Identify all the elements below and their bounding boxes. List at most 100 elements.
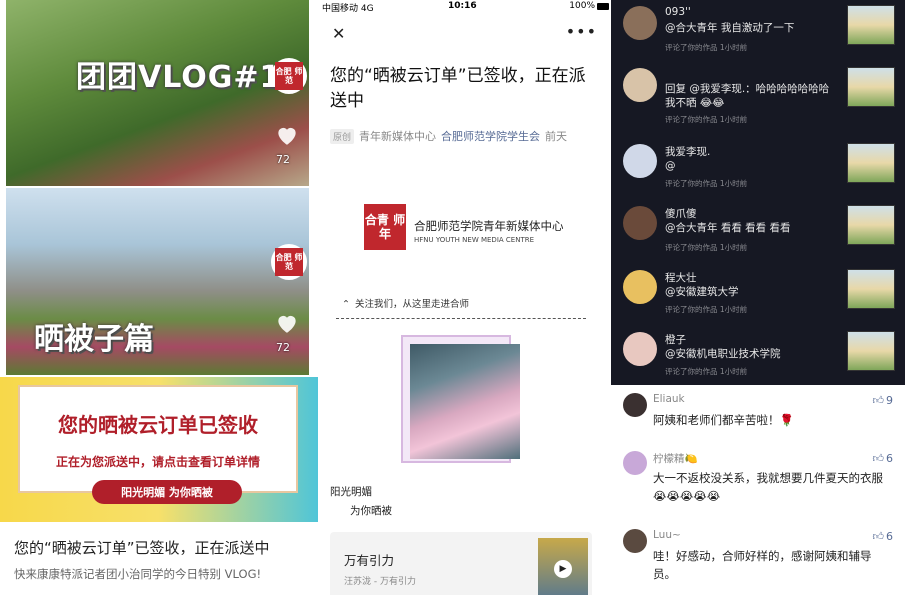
promo-banner[interactable]: 您的晒被云订单已签收 正在为您派送中，请点击查看订单详情 阳光明媚 为你晒被 bbox=[0, 377, 318, 522]
like-count: 9 bbox=[886, 394, 893, 407]
play-icon[interactable]: ▶ bbox=[554, 560, 572, 578]
clock: 10:16 bbox=[448, 1, 477, 11]
battery-icon bbox=[597, 3, 609, 10]
list-item[interactable]: 柠檬精🍋 大一不返校没关系，我就想要几件夏天的衣服 😭😭😭😭😭 👍︎ 6 bbox=[611, 445, 905, 523]
channel-avatar[interactable]: 合肥 师范 bbox=[271, 244, 307, 280]
commenter-name: 傻爪傻 bbox=[665, 208, 697, 220]
close-icon[interactable]: ✕ bbox=[332, 24, 345, 43]
avatar[interactable] bbox=[623, 332, 657, 366]
video-thumbnail[interactable]: 晒被子篇 合肥 师范 72 bbox=[6, 188, 309, 375]
more-icon[interactable]: ••• bbox=[566, 22, 597, 41]
banner-card: 您的晒被云订单已签收 正在为您派送中，请点击查看订单详情 阳光明媚 为你晒被 bbox=[18, 385, 298, 504]
video-thumbnail[interactable] bbox=[847, 143, 895, 183]
comment-meta: 评论了你的作品 1小时前 bbox=[665, 179, 748, 188]
article-photo[interactable] bbox=[410, 344, 520, 459]
heart-icon[interactable] bbox=[274, 310, 300, 336]
video-thumbnail[interactable] bbox=[847, 5, 895, 45]
banner-pill: 阳光明媚 为你晒被 bbox=[92, 480, 242, 504]
comment-text: 大一不返校没关系，我就想要几件夏天的衣服 😭😭😭😭😭 bbox=[653, 471, 883, 503]
like-button[interactable]: 👍︎ 6 bbox=[873, 452, 894, 465]
comment-meta: 评论了你的作品 1小时前 bbox=[665, 43, 748, 52]
thumbs-up-icon: 👍︎ bbox=[872, 530, 885, 543]
publisher-logo: 合青 师年 bbox=[364, 204, 406, 250]
avatar[interactable] bbox=[623, 451, 647, 475]
commenter-name[interactable]: Luu~ bbox=[653, 529, 681, 541]
article-panel: 中国移动 4G 10:16 100% ✕ ••• 您的“晒被云订单”已签收，正在… bbox=[318, 0, 611, 595]
commenter-name[interactable]: 柠檬精🍋 bbox=[653, 451, 698, 466]
avatar[interactable] bbox=[623, 68, 657, 102]
video-title: 晒被子篇 bbox=[34, 322, 154, 357]
status-bar: 中国移动 4G 10:16 100% bbox=[318, 0, 611, 14]
list-item[interactable]: 傻爪傻 @合大青年 看看 看看 看看 评论了你的作品 1小时前 bbox=[611, 202, 905, 264]
notification-list: 093'' @合大青年 我自激动了一下 评论了你的作品 1小时前 回复 @我爱李… bbox=[611, 0, 905, 385]
comment-text: 哇！好感动，合师好样的，感谢阿姨和辅导员。 bbox=[653, 549, 872, 581]
comments-panel: 093'' @合大青年 我自激动了一下 评论了你的作品 1小时前 回复 @我爱李… bbox=[611, 0, 905, 595]
list-item[interactable]: 093'' @合大青年 我自激动了一下 评论了你的作品 1小时前 bbox=[611, 2, 905, 64]
thumbs-up-icon: 👍︎ bbox=[872, 394, 885, 407]
video-thumbnail[interactable] bbox=[847, 269, 895, 309]
banner-headline: 您的晒被云订单已签收 bbox=[58, 413, 258, 437]
chevron-up-icon: ⌃ bbox=[342, 299, 350, 310]
list-item[interactable]: Eliauk 阿姨和老师们都辛苦啦！🌹 👍︎ 9 bbox=[611, 387, 905, 447]
commenter-name: 093'' bbox=[665, 6, 691, 18]
article-meta: 原创 青年新媒体中心 合肥师范学院学生会 前天 bbox=[330, 128, 567, 144]
carrier: 中国移动 4G bbox=[322, 4, 374, 14]
video-thumbnail[interactable] bbox=[847, 205, 895, 245]
list-item[interactable]: 我爱李现. @ 评论了你的作品 1小时前 bbox=[611, 140, 905, 202]
follow-line: ⌃ 关注我们，从这里走进合师 bbox=[342, 296, 469, 310]
like-button[interactable]: 👍︎ 6 bbox=[873, 530, 894, 543]
like-count: 6 bbox=[886, 452, 893, 465]
battery-level: 100% bbox=[569, 1, 595, 11]
caption-line: 阳光明媚 bbox=[330, 486, 372, 498]
commenter-name[interactable]: Eliauk bbox=[653, 393, 685, 405]
post-title[interactable]: 您的“晒被云订单”已签收，正在派送中 bbox=[14, 537, 270, 558]
comment-text: 阿姨和老师们都辛苦啦！🌹 bbox=[653, 413, 794, 427]
commenter-name: 程大壮 bbox=[665, 272, 697, 284]
like-count: 72 bbox=[276, 153, 290, 166]
avatar[interactable] bbox=[623, 393, 647, 417]
video-title: 团团VLOG#1 bbox=[76, 60, 282, 95]
original-badge: 原创 bbox=[330, 129, 355, 144]
article-title: 您的“晒被云订单”已签收，正在派送中 bbox=[330, 66, 586, 111]
caption-line: 为你晒被 bbox=[350, 505, 392, 517]
publisher-name-en: HFNU YOUTH NEW MEDIA CENTRE bbox=[414, 236, 535, 244]
video-thumbnail[interactable] bbox=[847, 67, 895, 107]
album-cover: ▶ bbox=[538, 538, 588, 595]
avatar[interactable] bbox=[623, 270, 657, 304]
avatar[interactable] bbox=[623, 206, 657, 240]
video-thumbnail[interactable]: 团团VLOG#1 合肥 师范 72 bbox=[6, 0, 309, 186]
comment-text: @合大青年 看看 看看 看看 bbox=[665, 222, 791, 234]
account-link[interactable]: 合肥师范学院学生会 bbox=[441, 130, 540, 143]
music-subtitle: 汪苏泷 - 万有引力 bbox=[344, 577, 416, 587]
video-thumbnail[interactable] bbox=[847, 331, 895, 371]
like-button[interactable]: 👍︎ 9 bbox=[873, 394, 894, 407]
post-subtitle: 快来康康特派记者团小治同学的今日特别 VLOG! bbox=[14, 567, 262, 581]
divider bbox=[336, 318, 586, 319]
follow-text: 关注我们，从这里走进合师 bbox=[354, 299, 469, 310]
channel-logo: 合肥 师范 bbox=[275, 62, 303, 90]
banner-subline: 正在为您派送中，请点击查看订单详情 bbox=[55, 455, 260, 469]
like-count: 6 bbox=[886, 530, 893, 543]
comment-meta: 评论了你的作品 1小时前 bbox=[665, 367, 748, 376]
avatar[interactable] bbox=[623, 529, 647, 553]
comment-text: @安徽建筑大学 bbox=[665, 286, 739, 298]
video-feed-panel: 团团VLOG#1 合肥 师范 72 晒被子篇 合肥 师范 72 您的晒被云订单已… bbox=[0, 0, 318, 595]
comment-meta: 评论了你的作品 1小时前 bbox=[665, 115, 748, 124]
channel-avatar[interactable]: 合肥 师范 bbox=[271, 58, 307, 94]
commenter-name: 橙子 bbox=[665, 334, 686, 346]
comment-text: @安徽机电职业技术学院 bbox=[665, 348, 781, 360]
list-item[interactable]: 回复 @我爱李现.：哈哈哈哈哈哈哈我不晒 😂😂 评论了你的作品 1小时前 bbox=[611, 64, 905, 126]
list-item[interactable]: 程大壮 @安徽建筑大学 评论了你的作品 1小时前 bbox=[611, 266, 905, 328]
like-count: 72 bbox=[276, 341, 290, 354]
article-author: 青年新媒体中心 bbox=[359, 130, 437, 143]
music-title: 万有引力 bbox=[344, 553, 395, 568]
music-card[interactable]: 万有引力 汪苏泷 - 万有引力 ▶ bbox=[330, 532, 592, 595]
avatar[interactable] bbox=[623, 6, 657, 40]
commenter-name: 我爱李现. bbox=[665, 146, 711, 158]
avatar[interactable] bbox=[623, 144, 657, 178]
heart-icon[interactable] bbox=[274, 122, 300, 148]
comment-meta: 评论了你的作品 1小时前 bbox=[665, 243, 748, 252]
article-date: 前天 bbox=[545, 130, 568, 143]
list-item[interactable]: 橙子 @安徽机电职业技术学院 评论了你的作品 1小时前 bbox=[611, 328, 905, 390]
list-item[interactable]: Luu~ 哇！好感动，合师好样的，感谢阿姨和辅导员。 👍︎ 6 bbox=[611, 523, 905, 595]
